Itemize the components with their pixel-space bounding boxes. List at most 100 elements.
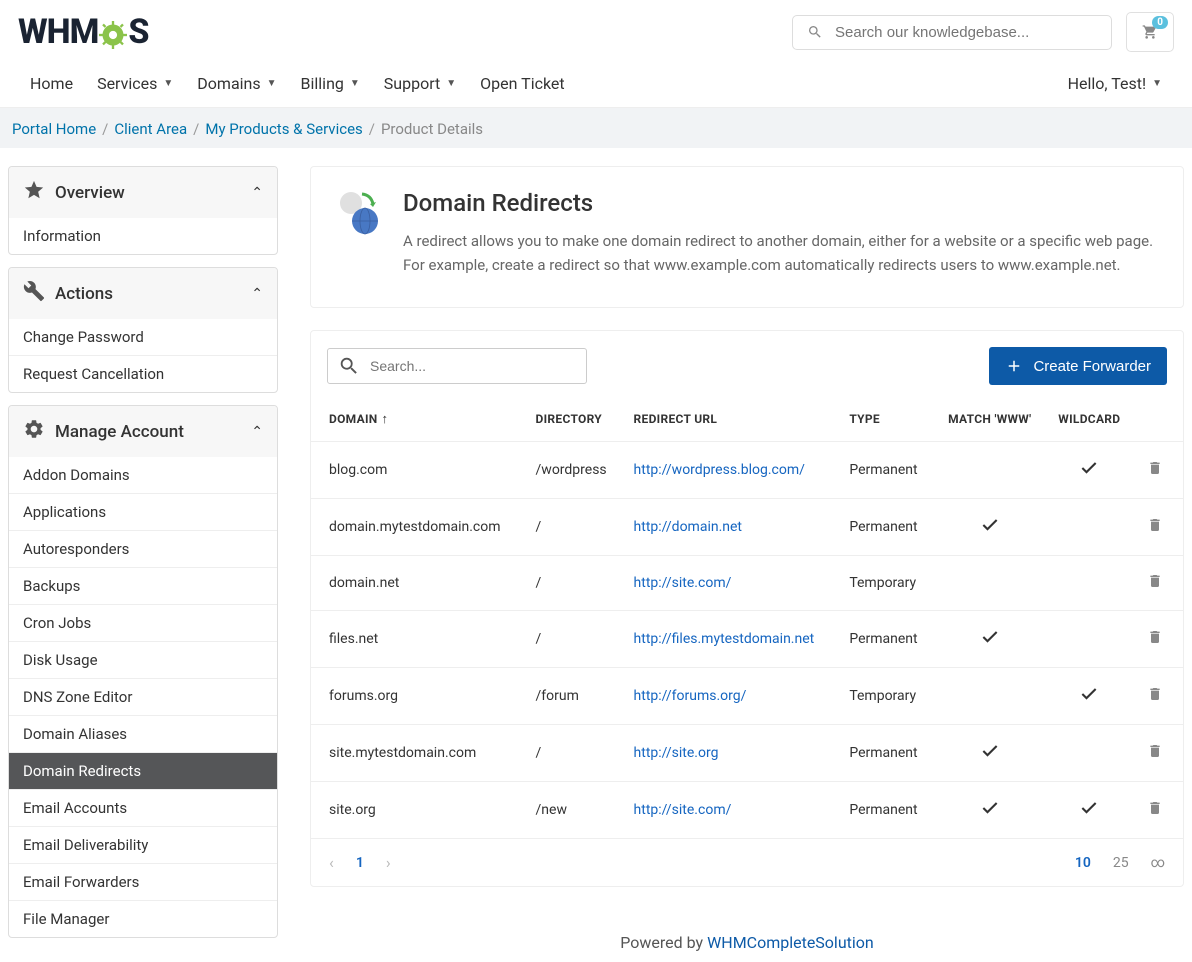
cell-url: http://forums.org/ xyxy=(624,668,840,725)
table-row: files.net/http://files.mytestdomain.netP… xyxy=(311,611,1183,668)
cell-wildcard xyxy=(1045,782,1133,839)
gear-icon xyxy=(99,18,127,46)
cell-wildcard xyxy=(1045,668,1133,725)
panel-header[interactable]: Actions⌃ xyxy=(9,268,277,319)
redirect-url-link[interactable]: http://wordpress.blog.com/ xyxy=(634,462,805,478)
sidebar-item-applications[interactable]: Applications xyxy=(9,493,277,530)
cart-button[interactable]: 0 xyxy=(1126,12,1174,52)
column-header[interactable]: MATCH 'WWW' xyxy=(934,399,1045,442)
knowledgebase-search[interactable] xyxy=(792,15,1112,50)
nav-domains[interactable]: Domains▼ xyxy=(185,60,288,107)
sidebar-panel-actions: Actions⌃Change PasswordRequest Cancellat… xyxy=(8,267,278,393)
column-header[interactable]: WILDCARD xyxy=(1045,399,1133,442)
page-size-option[interactable]: 25 xyxy=(1113,855,1129,871)
sidebar-item-disk-usage[interactable]: Disk Usage xyxy=(9,641,277,678)
redirect-url-link[interactable]: http://domain.net xyxy=(634,519,742,535)
caret-icon: ▼ xyxy=(1152,78,1162,89)
sidebar-item-information[interactable]: Information xyxy=(9,218,277,254)
nav-billing[interactable]: Billing▼ xyxy=(289,60,372,107)
sidebar-panel-overview: Overview⌃Information xyxy=(8,166,278,255)
search-input[interactable] xyxy=(835,24,1097,41)
redirect-url-link[interactable]: http://files.mytestdomain.net xyxy=(634,631,815,647)
delete-button[interactable] xyxy=(1147,578,1163,594)
breadcrumb-link[interactable]: Portal Home xyxy=(12,120,96,138)
star-icon xyxy=(23,179,45,206)
search-icon xyxy=(338,355,360,377)
breadcrumb-current: Product Details xyxy=(381,120,483,138)
panel-header[interactable]: Manage Account⌃ xyxy=(9,406,277,457)
sidebar-item-dns-zone-editor[interactable]: DNS Zone Editor xyxy=(9,678,277,715)
redirect-url-link[interactable]: http://site.org xyxy=(634,745,719,761)
pagination: ‹ 1 › xyxy=(329,853,391,872)
gear-icon xyxy=(23,418,45,445)
page-size-option[interactable]: 10 xyxy=(1075,855,1091,871)
table-row: domain.net/http://site.com/Temporary xyxy=(311,556,1183,611)
cell-match-www xyxy=(934,556,1045,611)
prev-page-button[interactable]: ‹ xyxy=(329,853,334,872)
breadcrumb-link[interactable]: Client Area xyxy=(114,120,187,138)
column-header[interactable]: REDIRECT URL xyxy=(624,399,840,442)
sidebar-item-domain-aliases[interactable]: Domain Aliases xyxy=(9,715,277,752)
table-footer: ‹ 1 › 10 25 ∞ xyxy=(311,838,1183,886)
create-forwarder-button[interactable]: Create Forwarder xyxy=(989,347,1167,385)
cell-domain: site.mytestdomain.com xyxy=(311,725,526,782)
sidebar-item-addon-domains[interactable]: Addon Domains xyxy=(9,457,277,493)
table-search-input[interactable] xyxy=(370,358,576,374)
cell-directory: /forum xyxy=(526,668,624,725)
next-page-button[interactable]: › xyxy=(386,853,391,872)
sidebar-item-backups[interactable]: Backups xyxy=(9,567,277,604)
current-page[interactable]: 1 xyxy=(356,855,364,871)
sidebar-item-request-cancellation[interactable]: Request Cancellation xyxy=(9,355,277,392)
cell-actions xyxy=(1134,442,1184,499)
redirect-url-link[interactable]: http://forums.org/ xyxy=(634,688,747,704)
nav-support[interactable]: Support▼ xyxy=(372,60,468,107)
cell-wildcard xyxy=(1045,499,1133,556)
cell-match-www xyxy=(934,442,1045,499)
panel-title: Manage Account xyxy=(55,422,184,442)
logo[interactable]: WHM S xyxy=(18,12,149,52)
sidebar-item-cron-jobs[interactable]: Cron Jobs xyxy=(9,604,277,641)
column-header[interactable]: DOMAIN↑ xyxy=(311,399,526,442)
sidebar-item-email-forwarders[interactable]: Email Forwarders xyxy=(9,863,277,900)
cell-domain: domain.mytestdomain.com xyxy=(311,499,526,556)
delete-button[interactable] xyxy=(1147,465,1163,481)
cell-directory: /wordpress xyxy=(526,442,624,499)
nav-services[interactable]: Services▼ xyxy=(85,60,185,107)
redirect-url-link[interactable]: http://site.com/ xyxy=(634,575,732,591)
redirects-table: DOMAIN↑DIRECTORYREDIRECT URLTYPEMATCH 'W… xyxy=(311,399,1183,838)
sidebar-item-file-manager[interactable]: File Manager xyxy=(9,900,277,937)
sidebar-item-change-password[interactable]: Change Password xyxy=(9,319,277,355)
nav-home[interactable]: Home xyxy=(18,60,85,107)
delete-button[interactable] xyxy=(1147,805,1163,821)
cell-type: Temporary xyxy=(839,668,934,725)
plus-icon xyxy=(1005,357,1023,375)
breadcrumb: Portal Home/Client Area/My Products & Se… xyxy=(0,108,1192,148)
cell-type: Permanent xyxy=(839,725,934,782)
powered-link[interactable]: WHMCompleteSolution xyxy=(707,933,874,952)
breadcrumb-link[interactable]: My Products & Services xyxy=(205,120,362,138)
table-row: forums.org/forumhttp://forums.org/Tempor… xyxy=(311,668,1183,725)
caret-icon: ▼ xyxy=(267,78,277,89)
user-greeting[interactable]: Hello, Test!▼ xyxy=(1056,60,1174,107)
delete-button[interactable] xyxy=(1147,522,1163,538)
cell-type: Permanent xyxy=(839,611,934,668)
sidebar-item-email-accounts[interactable]: Email Accounts xyxy=(9,789,277,826)
delete-button[interactable] xyxy=(1147,691,1163,707)
cell-domain: files.net xyxy=(311,611,526,668)
delete-button[interactable] xyxy=(1147,748,1163,764)
column-header[interactable]: TYPE xyxy=(839,399,934,442)
table-search[interactable] xyxy=(327,348,587,384)
cell-actions xyxy=(1134,668,1184,725)
delete-button[interactable] xyxy=(1147,634,1163,650)
sidebar-item-email-deliverability[interactable]: Email Deliverability xyxy=(9,826,277,863)
sidebar-item-domain-redirects[interactable]: Domain Redirects xyxy=(9,752,277,789)
sidebar-item-autoresponders[interactable]: Autoresponders xyxy=(9,530,277,567)
breadcrumb-separator: / xyxy=(102,120,108,138)
redirect-url-link[interactable]: http://site.com/ xyxy=(634,802,732,818)
column-header[interactable]: DIRECTORY xyxy=(526,399,624,442)
nav-open-ticket[interactable]: Open Ticket xyxy=(468,60,576,107)
cart-badge: 0 xyxy=(1152,16,1168,29)
powered-by: Powered by WHMCompleteSolution xyxy=(310,909,1184,962)
panel-header[interactable]: Overview⌃ xyxy=(9,167,277,218)
page-size-option[interactable]: ∞ xyxy=(1151,855,1165,871)
